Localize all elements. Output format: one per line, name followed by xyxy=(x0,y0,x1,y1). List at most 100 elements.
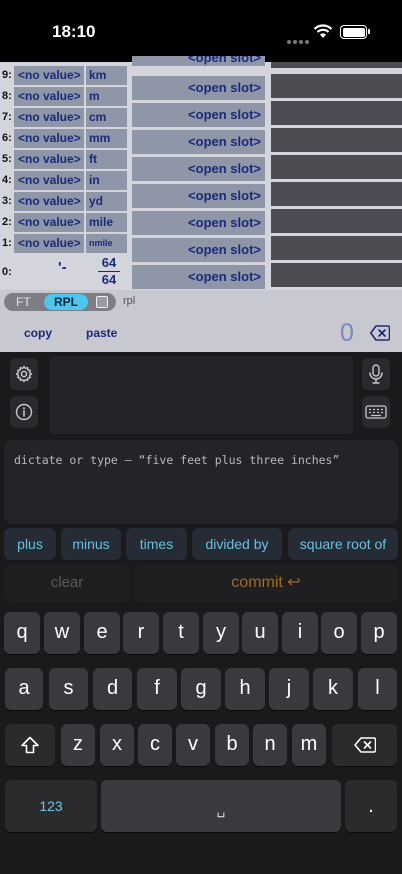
dictate-input[interactable]: dictate or type — “five feet plus three … xyxy=(4,440,398,524)
x-register[interactable]: 0: '- 64 64 xyxy=(0,254,130,288)
key-o[interactable]: o xyxy=(321,612,357,654)
stack-unit: mm xyxy=(86,129,127,148)
open-slot[interactable]: <open slot> xyxy=(132,184,265,208)
delete-key[interactable] xyxy=(332,724,397,766)
microphone-icon xyxy=(369,364,383,384)
key-h[interactable]: h xyxy=(225,668,265,710)
stack-unit: mile xyxy=(86,213,127,232)
memory-slot[interactable] xyxy=(271,263,402,287)
stack-index: 8: xyxy=(2,90,12,102)
info-button[interactable] xyxy=(10,396,38,428)
open-slot[interactable]: <open slot> xyxy=(132,265,265,289)
stack-value: <no value> xyxy=(14,213,84,232)
memory-slot[interactable] xyxy=(271,128,402,152)
keyboard-toggle-button[interactable] xyxy=(362,396,390,428)
mode-ft-option[interactable]: FT xyxy=(16,295,31,309)
status-time: 18:10 xyxy=(52,22,96,41)
period-key[interactable]: . xyxy=(345,780,397,832)
backspace-icon[interactable] xyxy=(370,325,390,341)
shift-key[interactable] xyxy=(5,724,55,766)
key-b[interactable]: b xyxy=(215,724,249,766)
stack-unit: km xyxy=(86,66,127,85)
open-slot[interactable]: <open slot> xyxy=(132,211,265,235)
mode-checkbox[interactable] xyxy=(96,296,108,308)
memory-slot[interactable] xyxy=(271,209,402,233)
key-r[interactable]: r xyxy=(123,612,159,654)
open-slot[interactable]: <open slot> xyxy=(132,130,265,154)
mode-toggle[interactable]: FT RPL xyxy=(4,293,116,311)
key-w[interactable]: w xyxy=(44,612,80,654)
memory-slot[interactable] xyxy=(271,74,402,98)
key-z[interactable]: z xyxy=(61,724,95,766)
chip-square-root-of[interactable]: square root of xyxy=(288,528,398,560)
microphone-button[interactable] xyxy=(362,358,390,390)
expression-preview xyxy=(50,356,353,434)
key-x[interactable]: x xyxy=(100,724,134,766)
action-bar: copy paste 0 xyxy=(0,314,402,352)
memory-slot[interactable] xyxy=(271,101,402,125)
open-slot[interactable]: <open slot> xyxy=(132,56,265,66)
stack-index: 5: xyxy=(2,153,12,165)
wifi-icon xyxy=(313,24,333,38)
key-s[interactable]: s xyxy=(49,668,88,710)
numbers-key[interactable]: 123 xyxy=(5,780,97,832)
memory-slot[interactable] xyxy=(271,236,402,260)
stack-index: 6: xyxy=(2,132,12,144)
mode-label: rpl xyxy=(123,295,136,307)
key-a[interactable]: a xyxy=(5,668,43,710)
copy-button[interactable]: copy xyxy=(24,326,52,340)
commit-button[interactable]: commit ↩ xyxy=(134,564,398,602)
calculator-display: 9: <no value> km 8: <no value> m 7: <no … xyxy=(0,56,402,290)
stack-index: 4: xyxy=(2,174,12,186)
memory-slot[interactable] xyxy=(271,155,402,179)
chip-plus[interactable]: plus xyxy=(4,528,56,560)
battery-icon xyxy=(340,25,367,39)
key-t[interactable]: t xyxy=(163,612,199,654)
stack-value: <no value> xyxy=(14,66,84,85)
stack-unit: cm xyxy=(86,108,127,127)
gear-icon xyxy=(15,365,33,383)
dictate-placeholder: dictate or type — “five feet plus three … xyxy=(14,453,340,467)
key-m[interactable]: m xyxy=(292,724,326,766)
key-k[interactable]: k xyxy=(313,668,353,710)
stack-unit: m xyxy=(86,87,127,106)
chip-times[interactable]: times xyxy=(126,528,187,560)
stack-index: 7: xyxy=(2,111,12,123)
key-j[interactable]: j xyxy=(269,668,309,710)
shift-icon xyxy=(21,736,39,754)
stack-unit: in xyxy=(86,171,127,190)
key-q[interactable]: q xyxy=(4,612,40,654)
key-d[interactable]: d xyxy=(93,668,132,710)
key-u[interactable]: u xyxy=(242,612,278,654)
open-slot[interactable]: <open slot> xyxy=(132,76,265,100)
key-n[interactable]: n xyxy=(253,724,287,766)
stack-index: 1: xyxy=(2,237,12,249)
operation-chips: plus minus times divided by square root … xyxy=(0,528,402,560)
key-i[interactable]: i xyxy=(282,612,318,654)
key-g[interactable]: g xyxy=(181,668,221,710)
paste-button[interactable]: paste xyxy=(86,326,117,340)
key-e[interactable]: e xyxy=(84,612,120,654)
key-v[interactable]: v xyxy=(176,724,210,766)
stack-value: <no value> xyxy=(14,129,84,148)
info-icon xyxy=(15,403,33,421)
chip-minus[interactable]: minus xyxy=(61,528,121,560)
stack-index: 2: xyxy=(2,216,12,228)
open-slot[interactable]: <open slot> xyxy=(132,103,265,127)
open-slot[interactable]: <open slot> xyxy=(132,238,265,262)
key-f[interactable]: f xyxy=(137,668,177,710)
open-slot[interactable]: <open slot> xyxy=(132,157,265,181)
clear-button[interactable]: clear xyxy=(4,564,130,602)
key-p[interactable]: p xyxy=(361,612,397,654)
settings-button[interactable] xyxy=(10,358,38,390)
memory-slot[interactable] xyxy=(271,182,402,206)
mode-rpl-option[interactable]: RPL xyxy=(44,294,88,310)
chip-divided-by[interactable]: divided by xyxy=(192,528,282,560)
key-l[interactable]: l xyxy=(358,668,397,710)
space-key[interactable]: ␣ xyxy=(101,780,341,832)
key-y[interactable]: y xyxy=(203,612,239,654)
memory-slot[interactable] xyxy=(271,62,402,68)
key-c[interactable]: c xyxy=(138,724,172,766)
stack-value: <no value> xyxy=(14,150,84,169)
signal-icon xyxy=(287,31,311,44)
